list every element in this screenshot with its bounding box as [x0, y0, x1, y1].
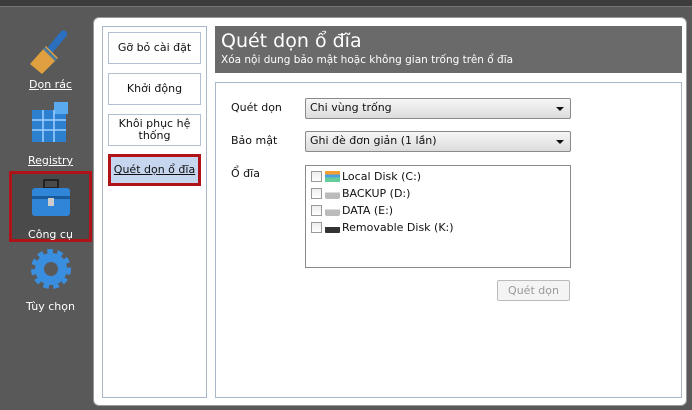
- security-select[interactable]: Ghi đè đơn giản (1 lần): [305, 131, 571, 152]
- nav-startup[interactable]: Khởi động: [108, 73, 201, 105]
- security-value: Ghi đè đơn giản (1 lần): [310, 134, 437, 147]
- nav-uninstall[interactable]: Gỡ bỏ cài đặt: [108, 32, 201, 64]
- drive-label: BACKUP (D:): [342, 187, 411, 200]
- sidebar-item-label: Công cụ: [28, 228, 73, 241]
- sidebar-item-label: Tùy chọn: [26, 300, 75, 313]
- hard-drive-icon: [325, 205, 340, 216]
- gear-icon: [30, 249, 71, 289]
- toolbox-icon: [31, 179, 70, 216]
- hard-drive-icon: [325, 188, 340, 199]
- drive-label: Removable Disk (K:): [342, 221, 454, 234]
- sidebar-item-clean[interactable]: Dọn rác: [9, 26, 92, 96]
- title-strip: [0, 0, 692, 7]
- security-label: Bảo mật: [231, 134, 278, 147]
- list-item[interactable]: Removable Disk (K:): [311, 219, 565, 236]
- list-item[interactable]: DATA (E:): [311, 202, 565, 219]
- list-item[interactable]: Local Disk (C:): [311, 168, 565, 185]
- scan-button[interactable]: Quét dọn: [497, 280, 570, 301]
- sidebar-item-label: Dọn rác: [29, 78, 72, 91]
- drive-label: Local Disk (C:): [342, 170, 422, 183]
- page-header: Quét dọn ổ đĩa Xóa nội dung bảo mật hoặc…: [215, 26, 682, 73]
- nav-system-restore[interactable]: Khôi phục hệ thống: [108, 114, 201, 146]
- drives-label: Ổ đĩa: [231, 167, 260, 180]
- list-item[interactable]: BACKUP (D:): [311, 185, 565, 202]
- system-drive-icon: [325, 171, 340, 182]
- checkbox[interactable]: [311, 188, 322, 199]
- nav-drive-wiper[interactable]: Quét dọn ổ đĩa: [108, 154, 201, 186]
- sidebar-item-options[interactable]: Tùy chọn: [9, 248, 92, 314]
- scan-label: Quét dọn: [231, 101, 282, 114]
- scan-value: Chi vùng trống: [310, 101, 392, 114]
- scan-select[interactable]: Chi vùng trống: [305, 98, 571, 119]
- removable-drive-icon: [325, 222, 340, 233]
- chevron-down-icon: [556, 107, 564, 111]
- drives-list[interactable]: Local Disk (C:) BACKUP (D:) DATA (E:) Re…: [305, 165, 571, 268]
- sidebar-item-registry[interactable]: Registry: [9, 100, 92, 170]
- sidebar-item-tools[interactable]: Công cụ: [9, 171, 92, 242]
- broom-icon: [29, 30, 67, 74]
- checkbox[interactable]: [311, 222, 322, 233]
- sidebar-item-label: Registry: [27, 154, 74, 167]
- checkbox[interactable]: [311, 171, 322, 182]
- chevron-down-icon: [556, 140, 564, 144]
- page-title: Quét dọn ổ đĩa: [221, 30, 362, 52]
- registry-cubes-icon: [31, 102, 68, 142]
- page-subtitle: Xóa nội dung bảo mật hoặc không gian trố…: [221, 54, 514, 66]
- checkbox[interactable]: [311, 205, 322, 216]
- tools-nav: Gỡ bỏ cài đặt Khởi động Khôi phục hệ thố…: [102, 26, 207, 398]
- drive-label: DATA (E:): [342, 204, 394, 217]
